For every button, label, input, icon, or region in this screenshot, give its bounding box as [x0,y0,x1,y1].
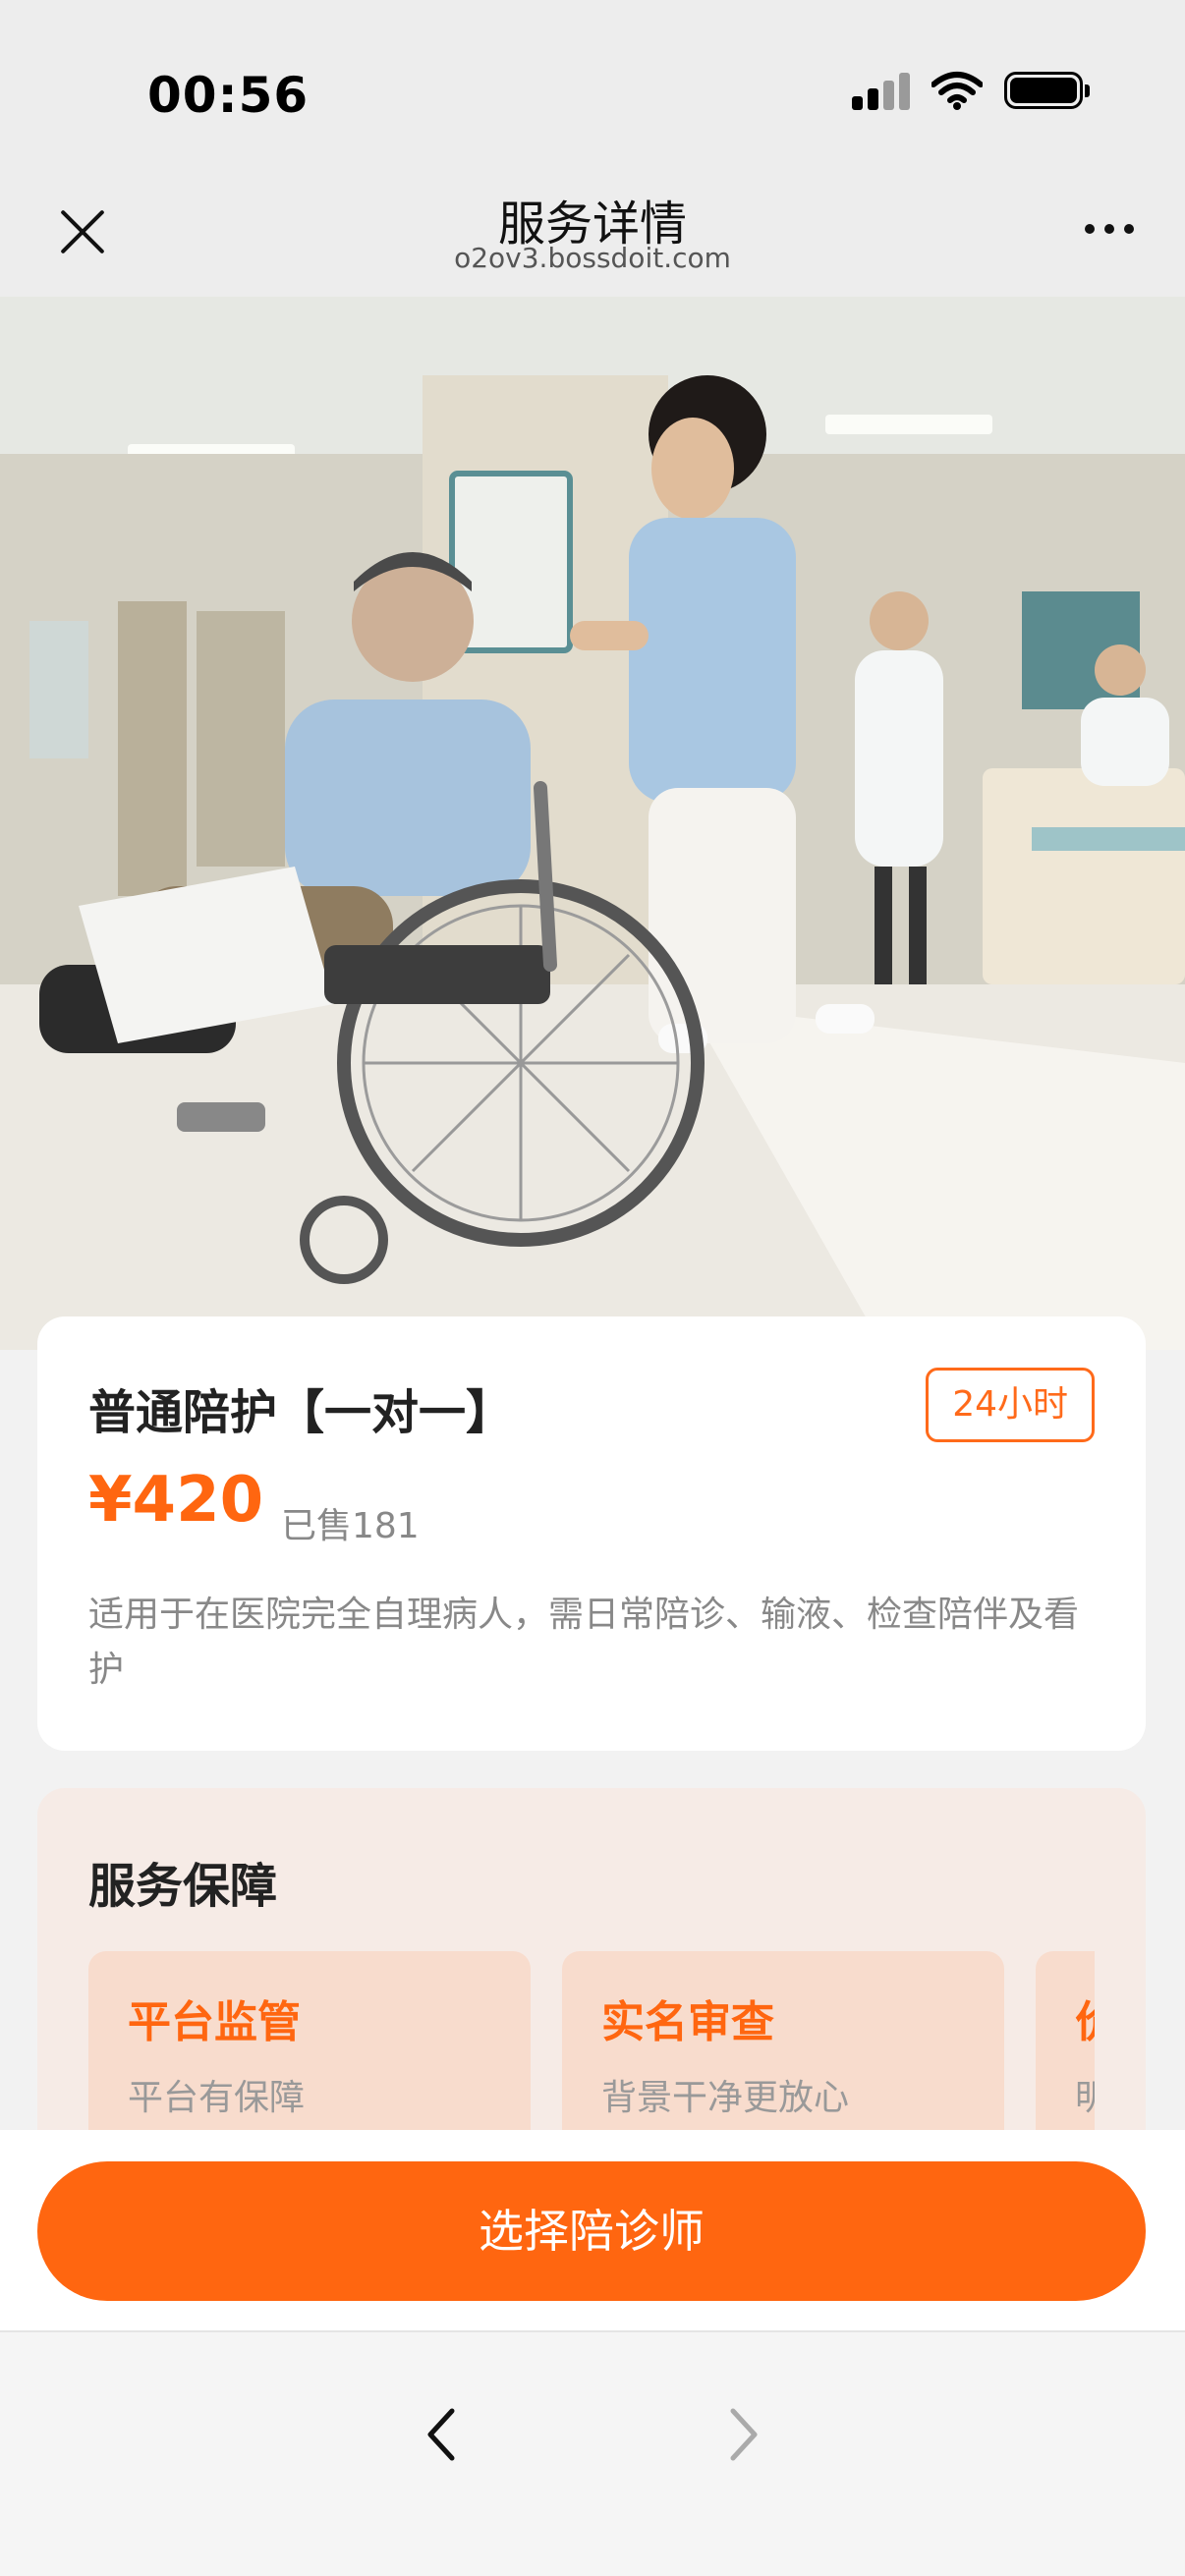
status-icons [852,71,1090,110]
guarantee-item-subtitle: 明 [1075,2078,1095,2118]
hero-illustration [0,297,1185,1350]
guarantee-item-title: 实名审查 [601,1997,774,2047]
battery-icon [1004,72,1090,109]
more-icon[interactable] [1085,224,1134,234]
duration-tag: 24小时 [926,1368,1095,1442]
product-price: ¥420 [88,1464,264,1537]
product-description: 适用于在医院完全自理病人，需日常陪诊、输液、检查陪伴及看护 [88,1595,1080,1690]
status-bar: 00:56 [0,0,1185,167]
guarantee-item-title: 平台监管 [128,1997,301,2047]
product-name: 普通陪护【一对一】 [88,1385,514,1440]
product-card: 普通陪护【一对一】 24小时 ¥420 已售181 适用于在医院完全自理病人，需… [37,1316,1146,1751]
action-bar: 选择陪诊师 [0,2130,1185,2330]
guarantee-item-subtitle: 背景干净更放心 [601,2078,850,2118]
nav-bar: 服务详情 o2ov3.bossdoit.com [0,167,1185,297]
hero-image[interactable] [0,297,1185,1350]
status-time: 00:56 [147,67,310,124]
page-domain: o2ov3.bossdoit.com [454,242,731,274]
select-companion-button[interactable]: 选择陪诊师 [37,2161,1146,2301]
guarantee-item-subtitle: 平台有保障 [128,2078,306,2118]
guarantee-item-title: 价 [1075,1987,1095,2049]
cellular-signal-icon [852,71,910,110]
chevron-right-icon[interactable] [713,2405,772,2464]
browser-toolbar [0,2330,1185,2576]
screen: 00:56 服务详情 o2ov3.bossdoit.com 普通陪护【一对一】 … [0,0,1185,2576]
chevron-left-icon[interactable] [413,2405,472,2464]
section-title: 服务保障 [88,1859,278,1914]
sold-count: 已售181 [281,1506,420,1546]
wifi-icon [931,72,983,110]
